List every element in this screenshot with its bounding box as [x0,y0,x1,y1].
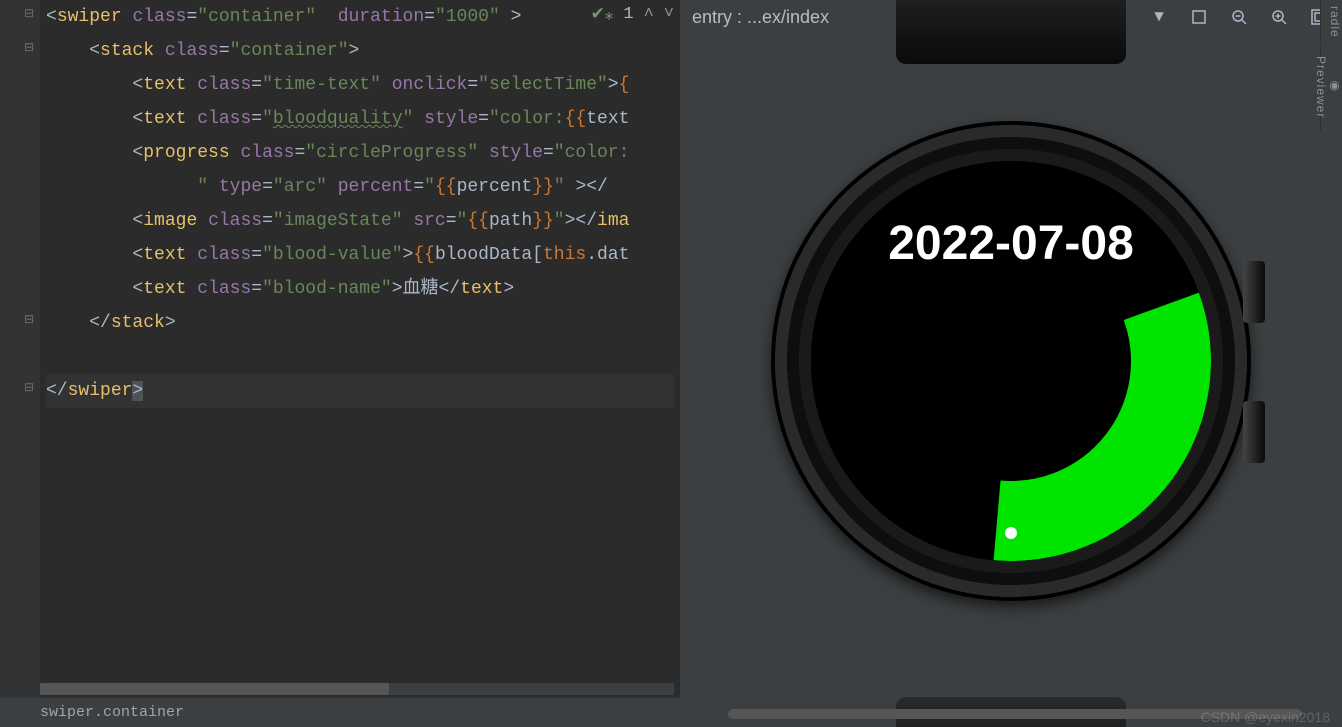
fold-icon[interactable] [24,6,34,21]
page-indicator-dot [1005,527,1017,539]
fold-icon[interactable] [24,380,34,395]
watch-face[interactable]: 2022-07-08 [811,161,1211,561]
inspection-count: 1 [623,5,633,24]
editor-gutter[interactable] [0,0,40,697]
editor-inspection-widget[interactable]: ✔⁎ 1 ˄ ˅ [591,4,674,25]
dropdown-icon[interactable]: ▼ [1148,6,1170,28]
next-problem-icon[interactable]: ˅ [664,5,674,24]
editor-horizontal-scrollbar[interactable] [40,683,674,695]
crop-icon[interactable] [1188,6,1210,28]
preview-canvas[interactable]: 2022-07-08 [680,34,1342,727]
previewer-pane: entry : ...ex/index ▼ 2022-07-08 [680,0,1342,727]
inspection-check-icon: ✔⁎ [591,4,614,25]
fold-icon[interactable] [24,312,34,327]
sidetab-gradle[interactable]: radle [1320,0,1342,40]
watermark-text: CSDN @eyexin2018 [1201,709,1330,725]
prev-problem-icon[interactable]: ˄ [644,5,654,24]
watch-strap-top [896,0,1126,64]
fold-icon[interactable] [24,40,34,55]
zoom-out-icon[interactable] [1228,6,1250,28]
breadcrumb[interactable]: swiper.container [0,697,680,727]
code-scroll-area[interactable]: <swiper class="container" duration="1000… [0,0,680,697]
code-content[interactable]: <swiper class="container" duration="1000… [40,0,680,697]
code-editor-pane: <swiper class="container" duration="1000… [0,0,680,727]
watch-body: 2022-07-08 [771,121,1251,601]
zoom-in-icon[interactable] [1268,6,1290,28]
arc-progress [811,161,1211,561]
eye-icon: ◉ [1329,78,1340,92]
sidetab-previewer[interactable]: ◉Previewer [1320,42,1342,132]
watch-side-button [1243,401,1265,463]
watch-crown-button [1243,261,1265,323]
